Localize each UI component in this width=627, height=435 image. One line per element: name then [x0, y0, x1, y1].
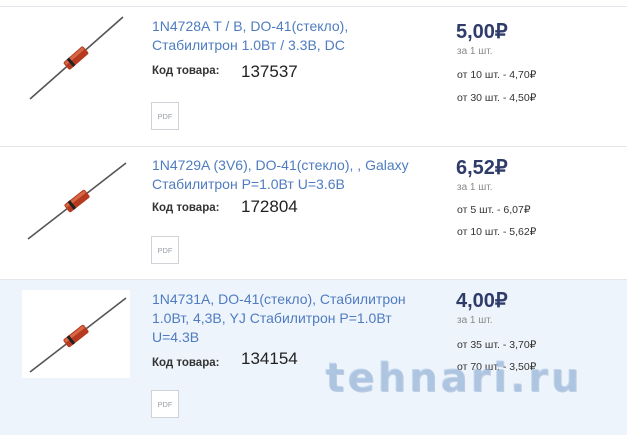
product-image[interactable] — [22, 290, 130, 378]
product-title-link[interactable]: 1N4729A (3V6), DO-41(стекло), , Galaxy С… — [152, 156, 432, 194]
diode-icon — [29, 16, 124, 100]
product-code-label: Код товара: — [152, 357, 220, 369]
product-code: 137537 — [241, 62, 298, 81]
price-tier: от 35 шт. - 3,70₽ — [457, 339, 537, 351]
product-list: 1N4728A T / B, DO-41(стекло), Стабилитро… — [0, 0, 627, 435]
price-tier: от 30 шт. - 4,50₽ — [457, 92, 537, 104]
pdf-icon[interactable]: PDF — [151, 390, 179, 418]
product-code: 172804 — [241, 197, 298, 216]
price-tier: от 10 шт. - 4,70₽ — [457, 69, 537, 81]
product-code: 134154 — [241, 349, 298, 368]
price-unit: за 1 шт. — [457, 46, 493, 57]
product-price: 6,52₽ — [456, 157, 508, 179]
product-image[interactable] — [18, 7, 130, 101]
product-code-label: Код товара: — [152, 202, 220, 214]
product-row: 1N4728A T / B, DO-41(стекло), Стабилитро… — [0, 6, 627, 146]
diode-icon — [27, 162, 127, 240]
product-image[interactable] — [18, 157, 130, 251]
price-unit: за 1 шт. — [457, 315, 493, 326]
price-unit: за 1 шт. — [457, 182, 493, 193]
product-price: 5,00₽ — [456, 21, 508, 43]
price-tier: от 5 шт. - 6,07₽ — [457, 204, 531, 216]
product-row: 1N4729A (3V6), DO-41(стекло), , Galaxy С… — [0, 146, 627, 279]
product-code-label: Код товара: — [152, 65, 220, 77]
pdf-icon[interactable]: PDF — [151, 102, 179, 130]
product-price: 4,00₽ — [456, 290, 508, 312]
watermark: tehnari.ru — [325, 355, 583, 401]
product-title-link[interactable]: 1N4728A T / B, DO-41(стекло), Стабилитро… — [152, 17, 432, 55]
diode-icon — [29, 297, 127, 373]
product-title-link[interactable]: 1N4731A, DO-41(стекло), Стабилитрон 1.0В… — [152, 290, 432, 347]
pdf-icon[interactable]: PDF — [151, 236, 179, 264]
price-tier: от 10 шт. - 5,62₽ — [457, 226, 537, 238]
